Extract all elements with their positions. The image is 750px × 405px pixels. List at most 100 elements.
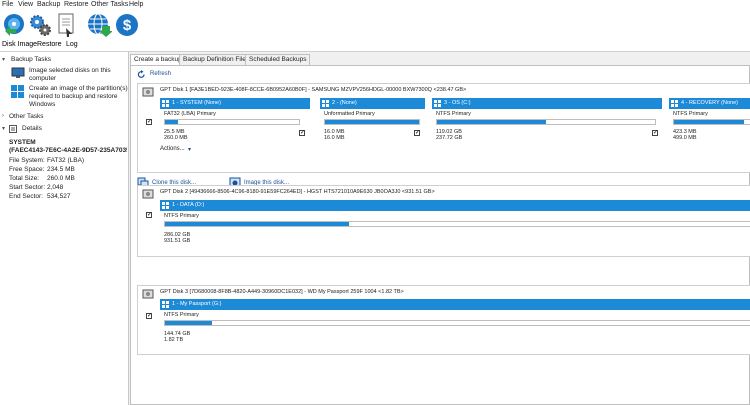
detail-partition-name: SYSTEM: [9, 139, 36, 146]
backup-tasks-header[interactable]: Backup Tasks: [11, 56, 51, 63]
main-tabs: Disk Image Restore Log: [0, 40, 128, 51]
partition-title: 1 - My Passport (G:): [172, 301, 222, 307]
free-space-label: Free Space:: [9, 166, 45, 173]
tab-log[interactable]: Log: [66, 41, 78, 48]
partition-1-2[interactable]: 2 - (None) Unformatted Primary 16.0 MB 1…: [320, 98, 425, 154]
disk-1-panel: GPT Disk 1 [FA3E1BED-923E-408F-8CCE-6B09…: [137, 83, 750, 173]
usage-fill: [674, 120, 744, 124]
windows-icon: [162, 100, 169, 107]
usage-fill: [165, 321, 213, 325]
disk-3-checkbox[interactable]: ✓: [146, 313, 152, 319]
menu-help[interactable]: Help: [129, 1, 143, 8]
windows-icon: [671, 100, 678, 107]
partition-title: 4 - RECOVERY (None): [681, 100, 738, 106]
disk-image-icon[interactable]: [2, 12, 26, 38]
partition-total: 499.0 MB: [673, 135, 697, 141]
partition-total: 931.51 GB: [164, 238, 191, 244]
fs-label: File System:: [9, 157, 45, 164]
menu-bar: File View Backup Restore Other Tasks Hel…: [0, 0, 750, 10]
partition-checkbox[interactable]: ✓: [414, 130, 420, 136]
partition-1-4[interactable]: 4 - RECOVERY (None) NTFS Primary 423.3 M…: [669, 98, 750, 154]
tab-backup-definition-files[interactable]: Backup Definition Files: [179, 54, 254, 65]
actions-menu[interactable]: Actions...: [160, 146, 185, 152]
partition-usage-bar: [164, 320, 750, 326]
partition-3-1[interactable]: 1 - My Passport (G:) NTFS Primary 144.74…: [160, 299, 750, 351]
menu-restore[interactable]: Restore: [64, 1, 89, 8]
end-sector-value: 534,527: [47, 193, 71, 200]
start-sector-label: Start Sector:: [9, 184, 46, 191]
collapse-icon[interactable]: ▾: [2, 56, 5, 63]
start-sector-value: 2,048: [47, 184, 64, 191]
partition-total: 260.0 MB: [164, 135, 188, 141]
partition-total: 1.82 TB: [164, 337, 184, 343]
disk-1-checkbox[interactable]: ✓: [146, 119, 152, 125]
partition-title: 3 - OS (C:): [444, 100, 471, 106]
partition-usage-bar: [164, 221, 750, 227]
usage-fill: [437, 120, 546, 124]
partition-title-bar: 4 - RECOVERY (None): [669, 98, 750, 109]
menu-backup[interactable]: Backup: [37, 1, 60, 8]
partition-title-bar: 1 - DATA (D:): [160, 200, 750, 211]
partition-title-bar: 3 - OS (C:): [432, 98, 662, 109]
partition-usage-bar: [436, 119, 656, 125]
partition-type: NTFS Primary: [436, 111, 471, 117]
windows-icon: [11, 85, 24, 98]
total-size-label: Total Size:: [9, 175, 39, 182]
expand-icon[interactable]: ›: [2, 113, 4, 119]
partition-usage-bar: [164, 119, 300, 125]
menu-file[interactable]: File: [2, 1, 13, 8]
usage-fill: [165, 222, 349, 226]
collapse-icon[interactable]: ▾: [2, 125, 5, 132]
partition-title-bar: 1 - SYSTEM (None): [160, 98, 310, 109]
partition-total: 16.0 MB: [324, 135, 345, 141]
detail-partition-guid: (FAEC4143-7E6C-4A2E-9D57-235A7035: [9, 147, 127, 154]
partition-title-bar: 1 - My Passport (G:): [160, 299, 750, 310]
actions-dropdown-icon[interactable]: ▾: [188, 146, 191, 153]
details-header[interactable]: Details: [22, 125, 42, 132]
tab-restore[interactable]: Restore: [37, 41, 62, 48]
partition-title: 2 - (None): [332, 100, 357, 106]
right-pane: Create a backup Backup Definition Files …: [129, 52, 750, 405]
svg-text:$: $: [123, 17, 132, 34]
tab-scheduled-backups[interactable]: Scheduled Backups: [245, 54, 311, 65]
menu-view[interactable]: View: [18, 1, 33, 8]
windows-icon: [162, 202, 169, 209]
disk-2-header: GPT Disk 2 [49436666-8506-4C96-8180-91E5…: [160, 189, 435, 195]
partition-1-3[interactable]: 3 - OS (C:) NTFS Primary 119.02 GB 237.7…: [432, 98, 662, 154]
menu-other-tasks[interactable]: Other Tasks: [91, 1, 128, 8]
fs-value: FAT32 (LBA): [47, 157, 85, 164]
dollar-icon[interactable]: $: [114, 12, 140, 38]
windows-icon: [322, 100, 329, 107]
total-size-value: 260.0 MB: [47, 175, 75, 182]
backup-content: Refresh GPT Disk 1 [FA3E1BED-923E-408F-8…: [130, 65, 750, 405]
hard-disk-icon: [142, 87, 154, 97]
document-icon[interactable]: [56, 12, 78, 38]
partition-title: 1 - DATA (D:): [172, 202, 205, 208]
disk-2-checkbox[interactable]: ✓: [146, 212, 152, 218]
task-image-selected-disks[interactable]: Image selected disks on this computer: [29, 67, 127, 83]
windows-icon: [434, 100, 441, 107]
partition-2-1[interactable]: 1 - DATA (D:) NTFS Primary 286.02 GB 931…: [160, 200, 750, 250]
partition-type: NTFS Primary: [673, 111, 708, 117]
partition-usage-bar: [673, 119, 750, 125]
toolbar: $: [0, 10, 750, 40]
hard-disk-icon: [142, 189, 154, 199]
tab-disk-image[interactable]: Disk Image: [2, 41, 37, 48]
disk-1-header: GPT Disk 1 [FA3E1BED-923E-408F-8CCE-6B09…: [160, 87, 467, 93]
refresh-icon[interactable]: [137, 70, 146, 79]
partition-title-bar: 2 - (None): [320, 98, 425, 109]
disk-3-header: GPT Disk 3 [7D680008-8F8B-4820-A449-3096…: [160, 289, 404, 295]
other-tasks-header[interactable]: Other Tasks: [9, 113, 44, 120]
partition-type: NTFS Primary: [164, 312, 199, 318]
monitor-icon: [11, 67, 25, 78]
tab-create-backup[interactable]: Create a backup: [130, 54, 186, 65]
end-sector-label: End Sector:: [9, 193, 43, 200]
refresh-link[interactable]: Refresh: [150, 71, 171, 77]
partition-total: 237.72 GB: [436, 135, 463, 141]
partition-checkbox[interactable]: ✓: [652, 130, 658, 136]
details-icon: [9, 125, 17, 133]
task-create-image-windows[interactable]: Create an image of the partition(s) requ…: [29, 85, 129, 109]
globe-download-icon[interactable]: [86, 12, 112, 38]
partition-checkbox[interactable]: ✓: [299, 130, 305, 136]
gears-icon[interactable]: [28, 12, 52, 38]
